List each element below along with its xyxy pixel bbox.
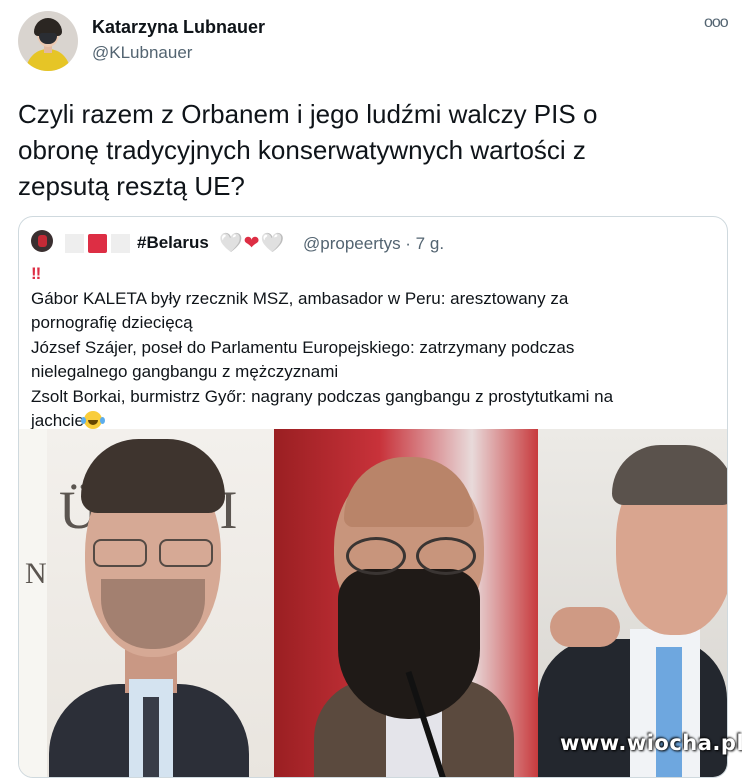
double-exclamation-icon: ‼: [31, 264, 42, 283]
quoted-line: pornografię dziecięcą: [31, 313, 193, 332]
quoted-avatar[interactable]: [31, 230, 53, 252]
quoted-tweet[interactable]: #Belarus 🤍❤🤍 @propeertys · 7 g. ‼ Gábor …: [18, 216, 728, 778]
flag-white-icon: [65, 233, 84, 253]
more-options-icon[interactable]: ooo: [704, 14, 729, 32]
photo-jozsef-szajer[interactable]: [274, 429, 538, 777]
quoted-text: ‼ Gábor KALETA były rzecznik MSZ, ambasa…: [31, 262, 711, 434]
author-name[interactable]: Katarzyna Lubnauer: [92, 17, 265, 38]
heart-emoji-row: 🤍❤🤍: [219, 231, 285, 255]
flag-emoji-row: [65, 232, 130, 254]
photo-zsolt-borkai[interactable]: [538, 429, 727, 777]
tweet-text: Czyli razem z Orbanem i jego ludźmi walc…: [18, 99, 598, 201]
red-heart-icon: ❤: [243, 233, 261, 254]
flag-red-icon: [88, 233, 107, 253]
background-pillar: [19, 429, 47, 777]
quoted-line: nielegalnego gangbangu z mężczyznami: [31, 362, 339, 381]
quoted-author-name[interactable]: #Belarus: [137, 233, 209, 253]
author-avatar[interactable]: [18, 11, 78, 71]
quoted-line: Gábor KALETA były rzecznik MSZ, ambasado…: [31, 288, 569, 308]
glasses: [93, 539, 213, 567]
hair: [81, 439, 225, 513]
white-heart-icon: 🤍: [219, 233, 244, 254]
beard: [338, 569, 480, 719]
hair: [612, 445, 727, 505]
author-handle[interactable]: @KLubnauer: [92, 43, 192, 63]
quoted-line: jachcie: [31, 411, 84, 430]
glasses: [346, 537, 476, 575]
bald-head: [344, 457, 474, 527]
tie: [656, 647, 682, 777]
tie: [143, 697, 159, 777]
quoted-line: Zsolt Borkai, burmistrz Győr: nagrany po…: [31, 386, 614, 406]
quoted-line: József Szájer, poseł do Parlamentu Europ…: [31, 337, 575, 357]
flag-white-icon: [111, 233, 130, 253]
hand: [550, 607, 620, 647]
quoted-handle-time[interactable]: @propeertys · 7 g.: [303, 234, 444, 254]
white-heart-icon: 🤍: [260, 233, 286, 254]
watermark: www.wiocha.pl: [560, 731, 742, 755]
tears-of-joy-icon: [80, 411, 102, 429]
photo-gabor-kaleta[interactable]: ÜR MI N I R: [19, 429, 274, 777]
